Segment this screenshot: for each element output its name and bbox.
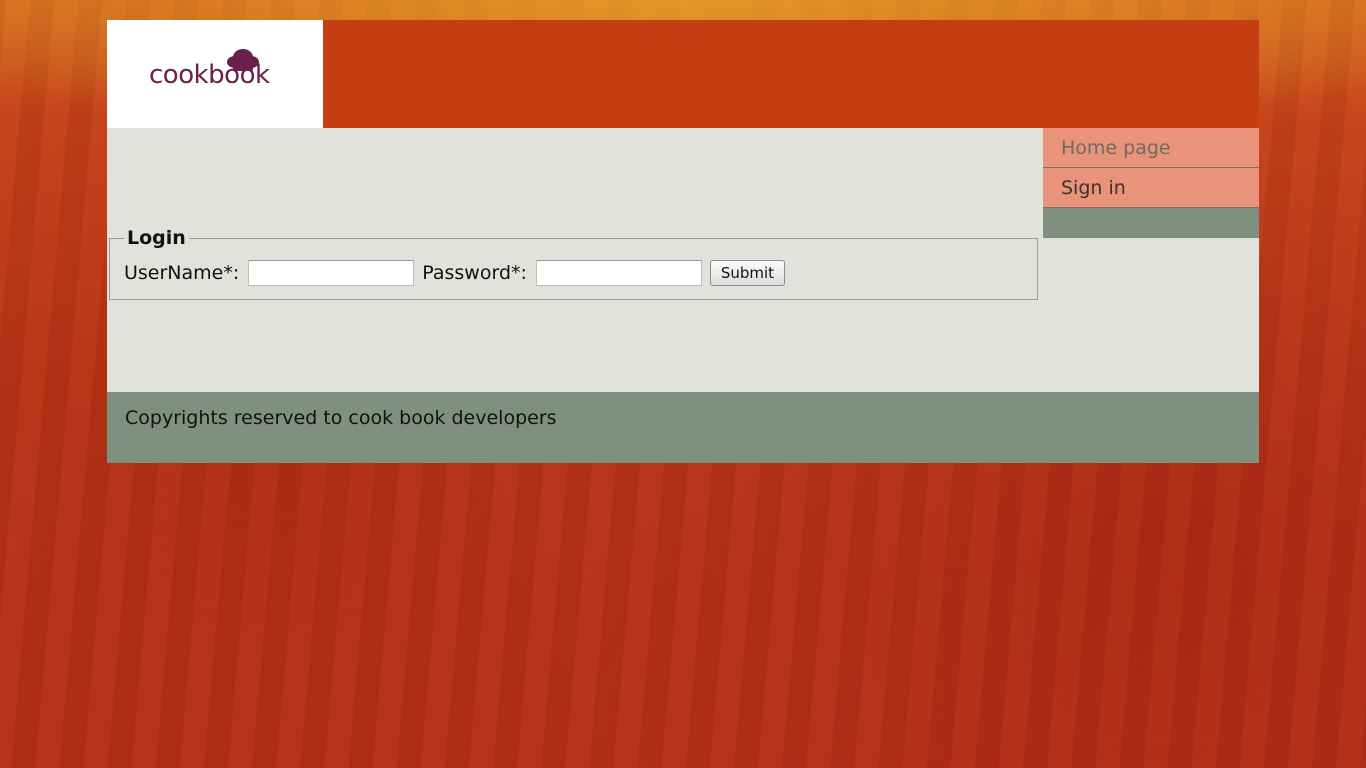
main-content: Home page Sign in Login UserName*: Passw… <box>107 128 1259 392</box>
nav-item-sign-in[interactable]: Sign in <box>1043 168 1259 208</box>
footer-copyright: Copyrights reserved to cook book develop… <box>125 407 557 429</box>
nav-item-home-page[interactable]: Home page <box>1043 128 1259 168</box>
login-field-row: UserName*: Password*: Submit <box>124 260 785 286</box>
login-legend: Login <box>124 227 189 249</box>
username-input[interactable] <box>248 260 415 286</box>
password-label: Password*: <box>422 262 527 284</box>
login-form: Login UserName*: Password*: Submit <box>109 227 1038 300</box>
nav-spacer <box>1043 208 1259 238</box>
site-header: cookbook <box>107 20 1259 128</box>
page-container: cookbook Home page Sign in Login UserNam… <box>107 20 1259 463</box>
username-label: UserName*: <box>124 262 240 284</box>
site-footer: Copyrights reserved to cook book develop… <box>107 392 1259 463</box>
sidebar-nav: Home page Sign in <box>1043 128 1259 238</box>
logo[interactable]: cookbook <box>107 20 323 128</box>
password-input[interactable] <box>535 260 702 286</box>
logo-text: cookbook <box>149 60 270 90</box>
submit-button[interactable]: Submit <box>709 260 785 286</box>
